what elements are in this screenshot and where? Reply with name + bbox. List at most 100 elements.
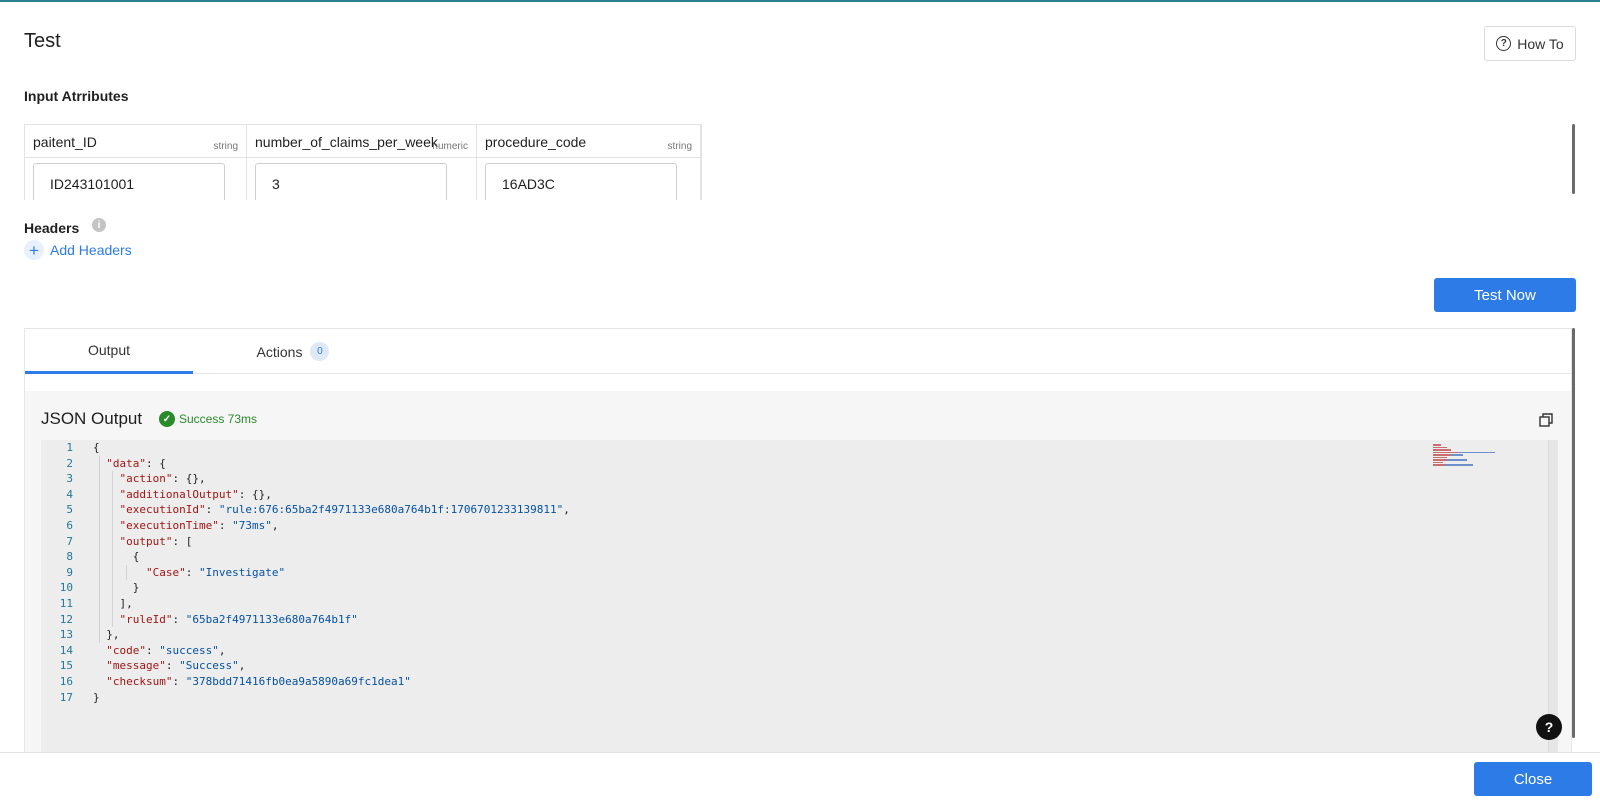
json-punctuation: [93, 472, 120, 485]
line-number: 10: [59, 581, 73, 595]
how-to-label: How To: [1517, 35, 1564, 52]
code-line: "data": {: [93, 456, 570, 472]
code-line: "code": "success",: [93, 643, 570, 659]
json-punctuation: [93, 488, 120, 501]
json-punctuation: }: [93, 581, 140, 595]
line-number: 13: [59, 628, 73, 642]
success-status-text: Success 73ms: [179, 412, 258, 426]
json-punctuation: [93, 535, 120, 548]
line-number: 17: [59, 690, 73, 704]
json-key: "Case": [145, 565, 186, 579]
attr-name: procedure_code: [485, 134, 587, 150]
json-punctuation: }: [93, 690, 100, 704]
line-number: 15: [59, 659, 73, 673]
line-number: 5: [66, 503, 73, 517]
json-punctuation: [93, 457, 106, 470]
json-punctuation: :: [146, 643, 160, 657]
json-punctuation: :: [172, 612, 186, 626]
json-editor[interactable]: 1 2 3 4 5 6 7 8 9 10 11 12 13 14 15 16 17 { "data": { "a…: [41, 440, 1558, 758]
editor-minimap[interactable]: [1433, 444, 1503, 474]
input-attributes-table: paitent_ID string number_of_claims_per_w…: [24, 124, 702, 200]
code-line: "checksum": "378bdd71416fb0ea9a5890a69fc…: [93, 674, 570, 690]
json-punctuation: [93, 644, 106, 657]
code-line: "action": {},: [93, 471, 570, 487]
json-punctuation: ,: [271, 518, 279, 532]
json-punctuation: : {},: [172, 472, 206, 486]
code-line: "additionalOutput": {},: [93, 487, 570, 503]
json-punctuation: [93, 613, 120, 626]
code-line: {: [93, 549, 570, 565]
help-circle-icon: ?: [1496, 36, 1512, 51]
code-line: "executionTime": "73ms",: [93, 518, 570, 534]
json-punctuation: ,: [218, 643, 226, 657]
json-punctuation: },: [93, 628, 120, 642]
line-number: 16: [59, 674, 73, 688]
json-punctuation: :: [165, 659, 180, 673]
output-panel-scrollbar[interactable]: [1572, 328, 1575, 738]
code-line: },: [93, 627, 570, 643]
check-circle-icon: ✓: [159, 411, 175, 427]
json-punctuation: : [: [172, 534, 193, 548]
tab-output[interactable]: Output: [25, 329, 193, 374]
procedure-code-input[interactable]: [485, 163, 677, 200]
json-output-area: JSON Output ✓ Success 73ms 1 2 3 4 5 6 7 8 9 10 11…: [25, 391, 1571, 758]
json-output-title: JSON Output: [41, 409, 143, 428]
code-line: "message": "Success",: [93, 658, 570, 674]
footer-bar: [0, 752, 1600, 800]
line-number: 14: [59, 643, 73, 657]
code-content[interactable]: { "data": { "action": {}, "additionalOut…: [93, 440, 570, 705]
add-headers-button[interactable]: + Add Headers: [24, 240, 132, 260]
claims-per-week-input[interactable]: [255, 163, 447, 200]
json-punctuation: [93, 675, 106, 688]
page-title: Test: [24, 30, 61, 52]
close-button[interactable]: Close: [1474, 762, 1592, 796]
json-punctuation: ,: [563, 503, 570, 517]
json-key: "additionalOutput": [119, 487, 239, 501]
plus-icon: +: [24, 240, 44, 260]
line-number: 12: [59, 612, 73, 626]
help-button[interactable]: ?: [1536, 714, 1562, 740]
info-icon[interactable]: i: [92, 218, 106, 232]
line-number: 9: [66, 565, 73, 579]
line-number: 8: [66, 550, 73, 564]
json-key: "ruleId": [119, 612, 173, 626]
tab-output-label: Output: [87, 342, 131, 358]
attr-type: string: [667, 141, 692, 152]
attr-header: procedure_code string: [477, 125, 700, 158]
paitent-id-input[interactable]: [33, 163, 225, 200]
json-string: "success": [159, 643, 219, 657]
json-punctuation: :: [172, 674, 186, 688]
how-to-button[interactable]: ? How To: [1484, 26, 1576, 61]
json-string: "73ms": [232, 518, 272, 532]
json-punctuation: : {: [146, 456, 166, 470]
json-punctuation: {: [93, 550, 140, 564]
json-string: "Success": [179, 659, 239, 673]
line-number: 4: [66, 487, 73, 501]
top-accent-line: [0, 0, 1600, 2]
line-number: 6: [66, 518, 73, 532]
json-key: "checksum": [106, 674, 173, 688]
actions-count-badge: 0: [310, 342, 330, 361]
attr-type: string: [213, 141, 238, 152]
json-punctuation: ],: [93, 596, 133, 610]
code-line: ],: [93, 596, 570, 612]
expand-window-icon[interactable]: [1539, 413, 1553, 427]
line-number: 2: [66, 456, 73, 470]
attributes-scrollbar[interactable]: [1572, 124, 1575, 194]
input-attributes-label: Input Atrributes: [24, 88, 129, 104]
json-punctuation: ,: [238, 659, 246, 673]
code-line: }: [93, 580, 570, 596]
attr-column-procedure-code: procedure_code string: [477, 125, 701, 200]
json-key: "code": [106, 643, 146, 657]
json-punctuation: :: [185, 565, 199, 579]
editor-vertical-scrollbar[interactable]: [1548, 440, 1558, 758]
json-punctuation: [93, 659, 106, 672]
code-line: }: [93, 690, 570, 706]
json-punctuation: [93, 519, 120, 532]
test-now-button[interactable]: Test Now: [1434, 278, 1576, 312]
json-string: "rule:676:65ba2f4971133e680a764b1f:17067…: [218, 503, 564, 517]
add-headers-label: Add Headers: [50, 242, 132, 258]
tab-actions[interactable]: Actions 0: [193, 329, 393, 374]
json-punctuation: [93, 503, 120, 516]
attr-type: numeric: [432, 141, 468, 152]
